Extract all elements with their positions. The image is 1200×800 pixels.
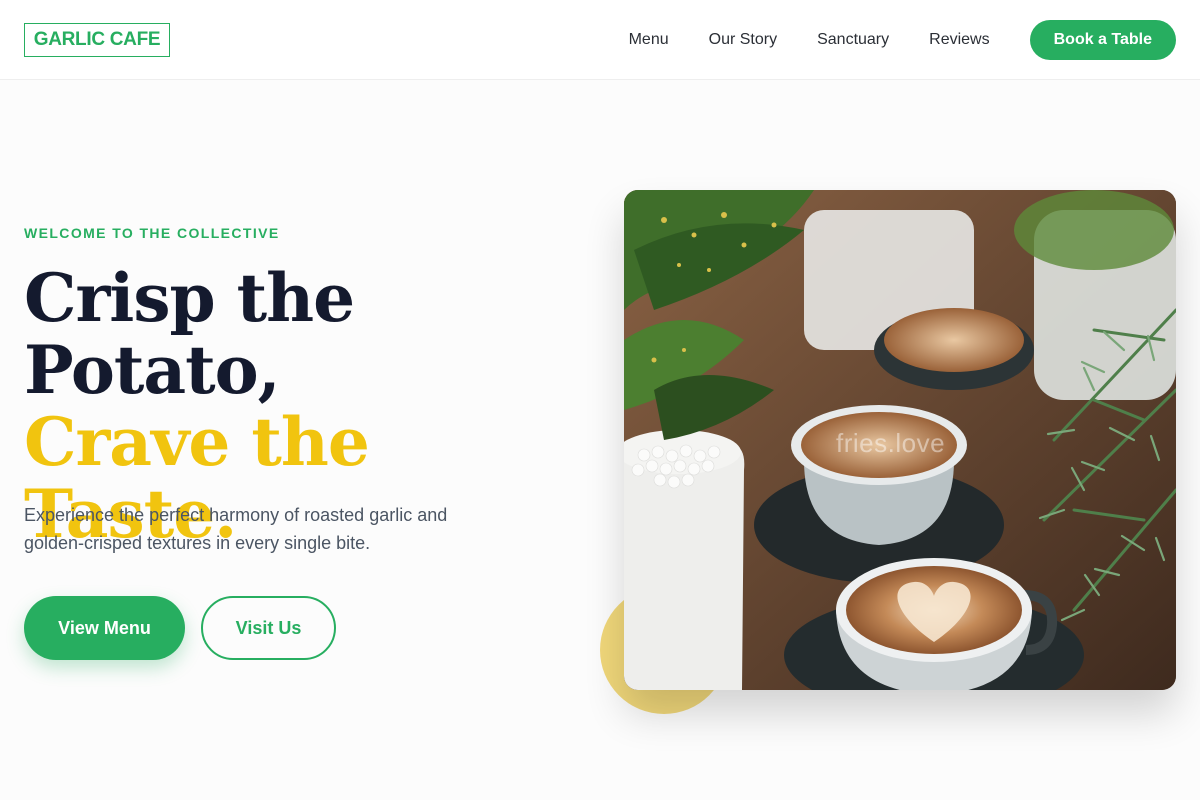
- site-logo[interactable]: GARLIC CAFE: [24, 23, 170, 57]
- view-menu-button[interactable]: View Menu: [24, 596, 185, 660]
- nav-link-reviews[interactable]: Reviews: [929, 31, 989, 49]
- hero-coffee-image: fries.love: [624, 190, 1176, 690]
- main-nav: Menu Our Story Sanctuary Reviews Book a …: [629, 0, 1176, 80]
- nav-link-menu[interactable]: Menu: [629, 31, 669, 49]
- hero-subtitle: Experience the perfect harmony of roaste…: [24, 505, 448, 553]
- nav-link-sanctuary[interactable]: Sanctuary: [817, 31, 889, 49]
- image-watermark: fries.love: [836, 428, 946, 458]
- book-table-button[interactable]: Book a Table: [1029, 20, 1176, 60]
- hero-title-line2: Potato,: [24, 331, 281, 409]
- site-header: GARLIC CAFE Menu Our Story Sanctuary Rev…: [0, 0, 1200, 80]
- hero-eyebrow: WELCOME TO THE COLLECTIVE: [24, 225, 280, 241]
- nav-link-our-story[interactable]: Our Story: [709, 31, 777, 49]
- hero-title-line1: Crisp the: [24, 259, 355, 337]
- visit-us-button[interactable]: Visit Us: [201, 596, 336, 660]
